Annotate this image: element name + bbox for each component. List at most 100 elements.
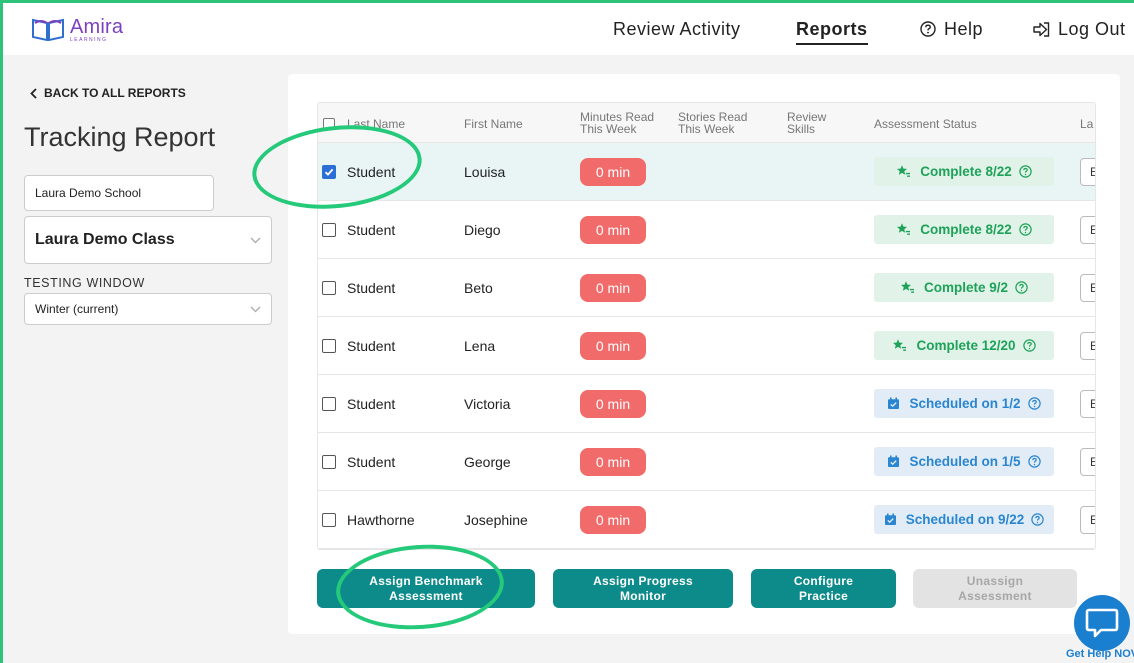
configure-practice-button[interactable]: Configure Practice bbox=[751, 569, 896, 608]
assessment-status-badge[interactable]: Scheduled on 9/22 bbox=[874, 505, 1054, 534]
get-help-now-label[interactable]: Get Help NOV bbox=[1066, 648, 1134, 660]
logout-arrow-icon bbox=[1033, 21, 1050, 37]
truncated-column-button[interactable]: E bbox=[1080, 216, 1095, 244]
assessment-status-badge[interactable]: Complete 8/22 bbox=[874, 215, 1054, 244]
col-assessment-status[interactable]: Assessment Status bbox=[874, 118, 977, 130]
cell-first-name: Josephine bbox=[464, 512, 528, 528]
table-row[interactable]: Hawthorne Josephine 0 min Scheduled on 9/22… bbox=[318, 491, 1095, 549]
back-to-all-reports-link[interactable]: BACK TO ALL REPORTS bbox=[30, 86, 186, 100]
nav-active-underline bbox=[796, 43, 868, 45]
assessment-status-text: Scheduled on 1/5 bbox=[909, 454, 1021, 469]
top-navigation-bar: Amira LEARNING Review Activity Reports H… bbox=[3, 3, 1134, 55]
question-circle-icon[interactable] bbox=[1027, 455, 1041, 468]
question-circle-icon[interactable] bbox=[1015, 281, 1028, 294]
help-chat-button[interactable] bbox=[1074, 595, 1130, 651]
school-select-value: Laura Demo School bbox=[35, 186, 142, 200]
question-circle-icon[interactable] bbox=[1031, 513, 1044, 526]
calendar-check-icon bbox=[887, 455, 900, 468]
table-row[interactable]: Student Beto 0 min Complete 9/2 E bbox=[318, 259, 1095, 317]
chat-bubble-icon bbox=[1085, 608, 1119, 638]
truncated-column-button[interactable]: E bbox=[1080, 448, 1095, 476]
col-minutes-read[interactable]: Minutes Read This Week bbox=[580, 111, 654, 135]
truncated-column-button[interactable]: E bbox=[1080, 274, 1095, 302]
assessment-status-badge[interactable]: Scheduled on 1/2 bbox=[874, 389, 1054, 418]
col-first-name[interactable]: First Name bbox=[464, 118, 523, 130]
configure-practice-line1: Configure bbox=[793, 574, 854, 589]
cell-last-name: Student bbox=[347, 396, 396, 412]
col-stories-read-line2: This Week bbox=[678, 122, 735, 136]
minutes-read-badge: 0 min bbox=[580, 506, 646, 534]
col-stories-read[interactable]: Stories Read This Week bbox=[678, 111, 747, 135]
assessment-status-badge[interactable]: Complete 8/22 bbox=[874, 157, 1054, 186]
truncated-column-button[interactable]: E bbox=[1080, 506, 1095, 534]
minutes-read-badge: 0 min bbox=[580, 274, 646, 302]
book-logo-icon bbox=[32, 18, 64, 41]
minutes-read-badge: 0 min bbox=[580, 158, 646, 186]
cell-last-name: Student bbox=[347, 454, 396, 470]
table-row[interactable]: StudentLouisa0 minComplete 8/22E bbox=[318, 143, 1095, 201]
cell-first-name: Victoria bbox=[464, 396, 511, 412]
assign-progress-line2: Monitor bbox=[619, 588, 667, 603]
assessment-status-badge[interactable]: Scheduled on 1/5 bbox=[874, 447, 1054, 476]
nav-review-activity[interactable]: Review Activity bbox=[613, 3, 741, 55]
table-row[interactable]: Student George 0 min Scheduled on 1/5 E bbox=[318, 433, 1095, 491]
assessment-status-badge[interactable]: Complete 9/2 bbox=[874, 273, 1054, 302]
testing-window-value: Winter (current) bbox=[35, 302, 119, 316]
table-row[interactable]: Student Lena 0 min Complete 12/20 E bbox=[318, 317, 1095, 375]
testing-window-label: TESTING WINDOW bbox=[24, 276, 145, 290]
assign-progress-monitor-button[interactable]: Assign Progress Monitor bbox=[553, 569, 733, 608]
col-truncated[interactable]: La bbox=[1080, 118, 1093, 130]
cell-first-name: Lena bbox=[464, 338, 496, 354]
table-row[interactable]: Student Victoria 0 min Scheduled on 1/2 E bbox=[318, 375, 1095, 433]
star-check-icon bbox=[892, 338, 907, 353]
student-table: Last Name First Name Minutes Read This W… bbox=[317, 102, 1096, 550]
chevron-down-icon bbox=[250, 237, 261, 244]
unassign-line2: Assessment bbox=[958, 588, 1032, 603]
truncated-column-button[interactable]: E bbox=[1080, 390, 1095, 418]
col-review-skills[interactable]: Review Skills bbox=[787, 111, 826, 135]
table-row[interactable]: Student Diego 0 min Complete 8/22 E bbox=[318, 201, 1095, 259]
class-select[interactable]: Laura Demo Class bbox=[24, 216, 272, 264]
question-circle-icon[interactable] bbox=[1019, 223, 1032, 236]
cell-first-name: Beto bbox=[464, 280, 493, 296]
nav-help[interactable]: Help bbox=[920, 3, 983, 55]
truncated-column-button[interactable]: E bbox=[1080, 158, 1095, 186]
amira-logo[interactable]: Amira LEARNING bbox=[31, 17, 123, 43]
star-check-icon bbox=[896, 164, 911, 179]
back-link-label: BACK TO ALL REPORTS bbox=[44, 86, 186, 100]
row-checkbox[interactable] bbox=[322, 513, 336, 527]
truncated-column-button[interactable]: E bbox=[1080, 332, 1095, 360]
assessment-status-text: Scheduled on 1/2 bbox=[909, 396, 1021, 411]
cell-last-name: Student bbox=[347, 222, 396, 238]
question-circle-icon[interactable] bbox=[1019, 165, 1032, 178]
cell-last-name: Hawthorne bbox=[347, 512, 415, 528]
table-header: Last Name First Name Minutes Read This W… bbox=[318, 103, 1095, 143]
assessment-status-text: Complete 8/22 bbox=[920, 222, 1012, 237]
minutes-read-badge: 0 min bbox=[580, 390, 646, 418]
star-check-icon bbox=[900, 280, 915, 295]
row-checkbox[interactable] bbox=[322, 339, 336, 353]
cell-first-name: Diego bbox=[464, 222, 501, 238]
assessment-status-text: Complete 8/22 bbox=[920, 164, 1012, 179]
calendar-check-icon bbox=[884, 513, 897, 526]
col-review-skills-line2: Skills bbox=[787, 122, 816, 136]
question-circle-icon[interactable] bbox=[1022, 339, 1036, 352]
nav-logout[interactable]: Log Out bbox=[1033, 3, 1126, 55]
row-checkbox[interactable] bbox=[322, 223, 336, 237]
nav-reports[interactable]: Reports bbox=[796, 3, 868, 55]
testing-window-select[interactable]: Winter (current) bbox=[24, 293, 272, 325]
question-circle-icon[interactable] bbox=[1027, 397, 1041, 410]
star-check-icon bbox=[896, 222, 911, 237]
school-select[interactable]: Laura Demo School bbox=[24, 175, 214, 211]
unassign-assessment-button[interactable]: Unassign Assessment bbox=[913, 569, 1077, 608]
row-checkbox[interactable] bbox=[322, 397, 336, 411]
class-select-value: Laura Demo Class bbox=[35, 231, 175, 248]
chevron-down-icon bbox=[250, 306, 261, 313]
assessment-status-badge[interactable]: Complete 12/20 bbox=[874, 331, 1054, 360]
assessment-status-text: Complete 9/2 bbox=[923, 280, 1009, 295]
row-checkbox[interactable] bbox=[322, 455, 336, 469]
nav-help-label: Help bbox=[944, 18, 984, 39]
logo-subtext: LEARNING bbox=[70, 37, 108, 43]
row-checkbox[interactable] bbox=[322, 281, 336, 295]
minutes-read-badge: 0 min bbox=[580, 448, 646, 476]
